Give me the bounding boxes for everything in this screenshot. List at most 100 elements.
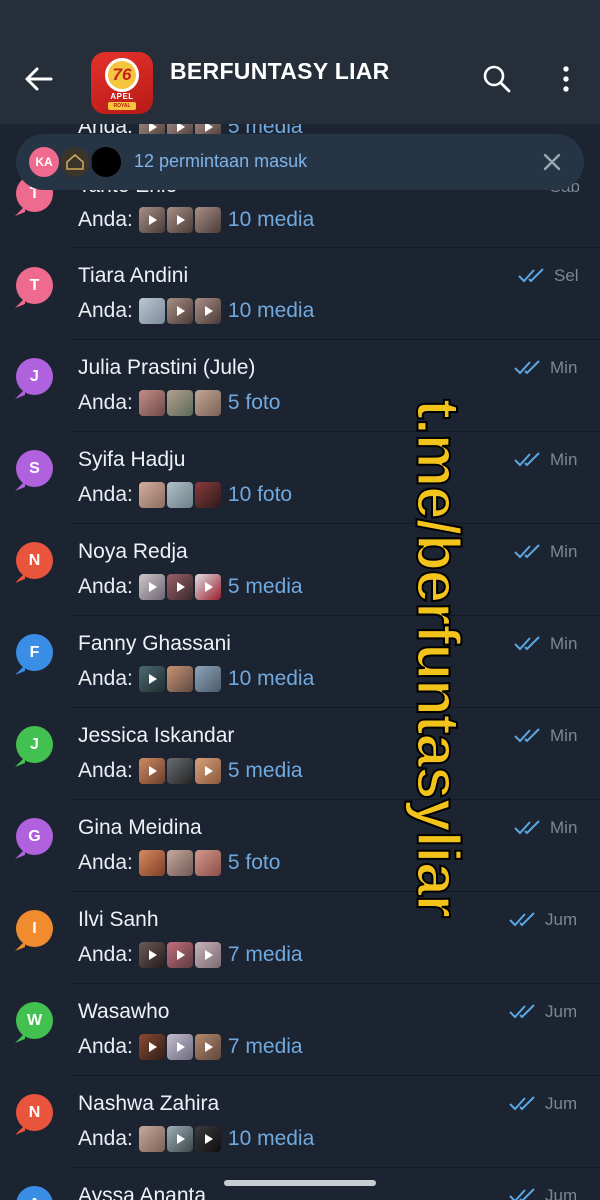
message-preview: Anda: 5 foto: [78, 850, 280, 876]
search-icon[interactable]: [482, 64, 512, 94]
logo-badge: 76: [105, 58, 139, 92]
chat-time: Jum: [545, 1186, 578, 1200]
read-ticks-icon: [514, 728, 540, 743]
chat-row[interactable]: S Syifa Hadju Min Anda: 10 foto: [0, 432, 600, 524]
chat-name: Julia Prastini (Jule): [78, 356, 256, 379]
chat-time: Jum: [545, 1002, 578, 1021]
video-thumbnail: [194, 574, 221, 600]
photo-thumbnail: [138, 390, 165, 416]
chat-row[interactable]: G Gina Meidina Min Anda: 5 foto: [0, 800, 600, 892]
photo-thumbnail: [138, 298, 165, 324]
more-vert-icon[interactable]: [551, 64, 581, 94]
chat-name: Nashwa Zahira: [78, 1092, 220, 1115]
video-thumbnail: [138, 666, 165, 692]
message-preview: Anda: 7 media: [78, 942, 303, 968]
media-count: 5 media: [227, 575, 303, 598]
media-count: 10 media: [227, 1127, 315, 1150]
chat-row[interactable]: N Nashwa Zahira Jum Anda: 10 media: [0, 1076, 600, 1168]
media-count: 10 foto: [227, 483, 293, 506]
read-ticks-icon: [509, 1004, 535, 1019]
you-prefix: Anda:: [78, 943, 133, 966]
video-thumbnail: [166, 207, 193, 233]
photo-thumbnail: [194, 390, 221, 416]
chat-time: Min: [550, 450, 578, 469]
join-requests-banner[interactable]: KA 12 permintaan masuk: [16, 134, 584, 190]
request-avatar: KA: [27, 145, 61, 179]
join-requests-text: 12 permintaan masuk: [134, 151, 308, 171]
photo-thumbnail: [194, 207, 221, 233]
read-ticks-icon: [514, 820, 540, 835]
avatar: N: [16, 542, 53, 579]
video-thumbnail: [194, 942, 221, 968]
avatar: G: [16, 818, 53, 855]
logo-text-apel: APEL: [110, 92, 134, 101]
house-logo-icon: [66, 153, 84, 170]
chat-row[interactable]: T Tiara Andini Sel Anda: 10 media: [0, 248, 600, 340]
chat-time: Min: [550, 634, 578, 653]
chat-row[interactable]: J Jessica Iskandar Min Anda: 5 media: [0, 708, 600, 800]
chat-row[interactable]: I Ilvi Sanh Jum Anda: 7 media: [0, 892, 600, 984]
avatar: F: [16, 634, 53, 671]
video-thumbnail: [194, 758, 221, 784]
media-count: 5 media: [227, 759, 303, 782]
video-thumbnail: [166, 298, 193, 324]
chat-time: Jum: [545, 910, 578, 929]
photo-thumbnail: [166, 850, 193, 876]
you-prefix: Anda:: [78, 851, 133, 874]
message-preview: Anda: 7 media: [78, 1034, 303, 1060]
back-arrow-icon[interactable]: [22, 62, 56, 96]
you-prefix: Anda:: [78, 1035, 133, 1058]
channel-logo[interactable]: 76 APEL ROYAL: [91, 52, 153, 114]
avatar: J: [16, 726, 53, 763]
chat-row[interactable]: N Noya Redja Min Anda: 5 media: [0, 524, 600, 616]
photo-thumbnail: [166, 390, 193, 416]
you-prefix: Anda:: [78, 575, 133, 598]
you-prefix: Anda:: [78, 1127, 133, 1150]
message-preview: Anda: 5 media: [78, 758, 303, 784]
video-thumbnail: [138, 574, 165, 600]
photo-thumbnail: [166, 482, 193, 508]
avatar: N: [16, 1094, 53, 1131]
media-count: 10 media: [227, 299, 315, 322]
photo-thumbnail: [166, 666, 193, 692]
avatar: S: [16, 450, 53, 487]
read-ticks-icon: [514, 452, 540, 467]
video-thumbnail: [138, 758, 165, 784]
photo-thumbnail: [138, 850, 165, 876]
page-title[interactable]: BERFUNTASY LIAR: [170, 58, 390, 85]
media-count: 10 media: [227, 208, 315, 231]
chat-name: Ayssa Ananta: [78, 1184, 207, 1200]
video-thumbnail: [194, 1126, 221, 1152]
chat-name: Noya Redja: [78, 540, 188, 563]
top-app-bar: 76 APEL ROYAL BERFUNTASY LIAR: [0, 0, 600, 124]
avatar: I: [16, 910, 53, 947]
read-ticks-icon: [509, 1096, 535, 1111]
read-ticks-icon: [509, 912, 535, 927]
close-icon[interactable]: [540, 150, 564, 174]
home-indicator[interactable]: [224, 1180, 376, 1186]
message-preview: Anda: 10 media: [78, 207, 314, 233]
watermark: t.me/berfuntasyliar: [398, 388, 478, 928]
chat-name: Jessica Iskandar: [78, 724, 235, 747]
watermark-text: t.me/berfuntasyliar: [404, 398, 473, 918]
photo-thumbnail: [166, 758, 193, 784]
chat-name: Gina Meidina: [78, 816, 202, 839]
chat-row[interactable]: F Fanny Ghassani Min Anda: 10 media: [0, 616, 600, 708]
message-preview: Anda: 10 foto: [78, 482, 292, 508]
chat-name: Tiara Andini: [78, 264, 189, 287]
chat-time: Min: [550, 726, 578, 745]
message-preview: Anda: 5 media: [78, 574, 303, 600]
avatar: A: [16, 1186, 53, 1200]
video-thumbnail: [166, 1126, 193, 1152]
read-ticks-icon: [514, 636, 540, 651]
chat-time: Min: [550, 818, 578, 837]
you-prefix: Anda:: [78, 208, 133, 231]
video-thumbnail: [166, 1034, 193, 1060]
photo-thumbnail: [138, 1126, 165, 1152]
chat-row[interactable]: J Julia Prastini (Jule) Min Anda: 5 foto: [0, 340, 600, 432]
chat-name: Ilvi Sanh: [78, 908, 159, 931]
chat-row[interactable]: W Wasawho Jum Anda: 7 media: [0, 984, 600, 1076]
chat-name: Syifa Hadju: [78, 448, 186, 471]
video-thumbnail: [194, 298, 221, 324]
read-ticks-icon: [518, 268, 544, 283]
